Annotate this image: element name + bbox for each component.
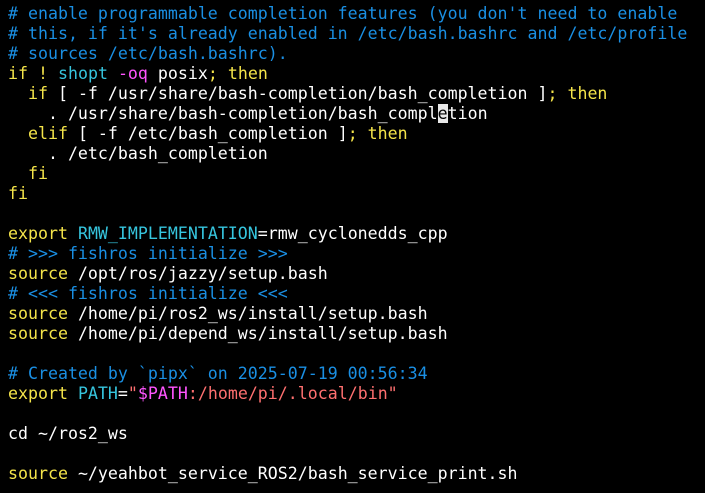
editor-line[interactable] — [8, 404, 705, 424]
code-token: if — [8, 64, 28, 83]
editor-line[interactable]: # this, if it's already enabled in /etc/… — [8, 24, 705, 44]
code-token: ; then — [347, 124, 408, 143]
editor-line[interactable]: source /home/pi/ros2_ws/install/setup.ba… — [8, 304, 705, 324]
code-token: # <<< fishros initialize <<< — [8, 284, 288, 303]
code-token: /opt/ros/jazzy/setup.bash — [67, 264, 328, 283]
code-token: # >>> fishros initialize >>> — [8, 244, 288, 263]
editor-line[interactable]: source ~/yeahbot_service_ROS2/bash_servi… — [8, 464, 705, 484]
code-token: source — [8, 324, 68, 343]
code-token: tion — [447, 104, 488, 123]
code-token: PATH — [77, 384, 118, 403]
code-token: fi — [8, 184, 28, 203]
editor-line[interactable]: source /home/pi/depend_ws/install/setup.… — [8, 324, 705, 344]
editor-line[interactable] — [8, 344, 705, 364]
editor-line[interactable]: # <<< fishros initialize <<< — [8, 284, 705, 304]
editor-line[interactable]: cd ~/ros2_ws — [8, 424, 705, 444]
terminal-editor[interactable]: # enable programmable completion feature… — [0, 0, 705, 493]
editor-line[interactable]: export RMW_IMPLEMENTATION=rmw_cyclonedds… — [8, 224, 705, 244]
code-token: export — [8, 384, 68, 403]
code-token: [ -f /usr/share/bash-completion/bash_com… — [47, 84, 548, 103]
code-token: if — [27, 84, 48, 103]
code-token: =rmw_cyclonedds_cpp — [257, 224, 448, 243]
code-token: :/home/pi/.local/bin" — [187, 384, 398, 403]
code-token: # sources /etc/bash.bashrc). — [8, 44, 288, 63]
editor-line[interactable]: export PATH="$PATH:/home/pi/.local/bin" — [8, 384, 705, 404]
editor-line[interactable]: elif [ -f /etc/bash_completion ]; then — [8, 124, 705, 144]
code-token: = — [117, 384, 128, 403]
code-token: . /usr/share/bash-completion/bash_compl — [8, 104, 438, 123]
editor-line[interactable]: . /usr/share/bash-completion/bash_comple… — [8, 104, 705, 124]
code-token: cd ~/ros2_ws — [8, 424, 128, 443]
code-token: /home/pi/depend_ws/install/setup.bash — [67, 324, 448, 343]
editor-line[interactable]: fi — [8, 184, 705, 204]
editor-line[interactable]: # Created by `pipx` on 2025-07-19 00:56:… — [8, 364, 705, 384]
editor-line[interactable]: # enable programmable completion feature… — [8, 4, 705, 24]
code-token: source — [8, 304, 68, 323]
code-token: source — [8, 264, 68, 283]
editor-line[interactable]: source /opt/ros/jazzy/setup.bash — [8, 264, 705, 284]
code-token: /home/pi/ros2_ws/install/setup.bash — [67, 304, 428, 323]
code-token: fi — [27, 164, 48, 183]
text-cursor: e — [437, 104, 448, 123]
code-token: . /etc/bash_completion — [8, 144, 268, 163]
editor-line[interactable]: if ! shopt -oq posix; then — [8, 64, 705, 84]
code-token: # this, if it's already enabled in /etc/… — [8, 24, 688, 43]
code-token: # Created by `pipx` on 2025-07-19 00:56:… — [8, 364, 428, 383]
editor-line[interactable]: # >>> fishros initialize >>> — [8, 244, 705, 264]
code-token: $PATH — [137, 384, 188, 403]
code-token: elif — [27, 124, 68, 143]
code-token: " — [127, 384, 138, 403]
code-token: RMW_IMPLEMENTATION — [77, 224, 258, 243]
code-token: ; then — [547, 84, 608, 103]
code-token: ; then — [207, 64, 268, 83]
editor-line[interactable]: fi — [8, 164, 705, 184]
code-token: ! — [37, 64, 48, 83]
code-token: shopt — [57, 64, 108, 83]
code-token: posix — [147, 64, 208, 83]
editor-line[interactable]: if [ -f /usr/share/bash-completion/bash_… — [8, 84, 705, 104]
editor-line[interactable] — [8, 204, 705, 224]
code-token: ~/yeahbot_service_ROS2/bash_service_prin… — [67, 464, 518, 483]
code-token: # enable programmable completion feature… — [8, 4, 678, 23]
code-token: export — [8, 224, 68, 243]
editor-line[interactable]: . /etc/bash_completion — [8, 144, 705, 164]
code-token: -oq — [117, 64, 148, 83]
editor-line[interactable]: # sources /etc/bash.bashrc). — [8, 44, 705, 64]
code-token: source — [8, 464, 68, 483]
code-token: [ -f /etc/bash_completion ] — [67, 124, 348, 143]
editor-line[interactable] — [8, 444, 705, 464]
